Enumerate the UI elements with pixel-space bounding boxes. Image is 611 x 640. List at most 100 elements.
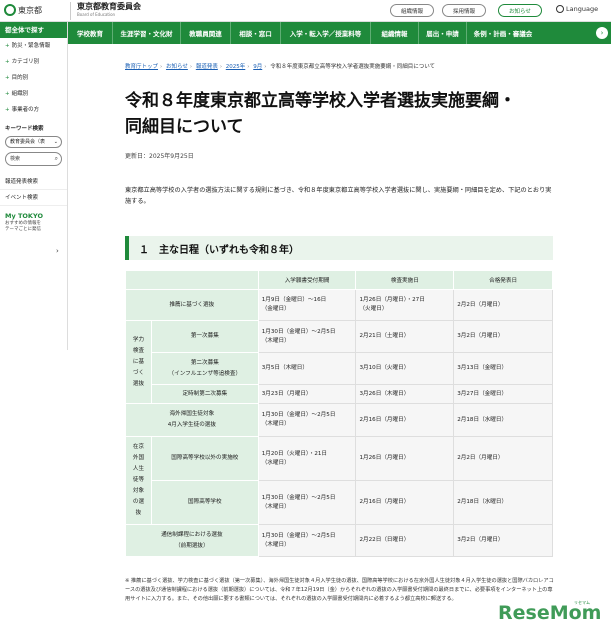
mytokyo-desc: おすすめの情報を テーマごとに発信 [5, 221, 62, 233]
table-category-line: 通信制課程における選抜 [161, 531, 223, 538]
tokyo-logo-icon [4, 4, 16, 16]
search-input[interactable]: 検索 ⌕ [5, 152, 62, 166]
table-cell: 2月16日（月曜日） [355, 480, 455, 525]
group-label-line: 選抜 [132, 380, 145, 387]
group-label-line: 在京 [132, 444, 145, 450]
org-info-button[interactable]: 組織情報 [390, 4, 434, 17]
group-label-line: 人生 [132, 466, 145, 472]
board-name: 東京都教育委員会 [77, 2, 141, 11]
page-title: 令和８年度東京都立高等学校入学者選抜実施要綱・ 同細目について [125, 88, 565, 140]
table-cell: 1月30日（金曜日）～2月5日 （木曜日） [257, 320, 357, 353]
nav-consultation[interactable]: 相談・窓口 [231, 22, 281, 44]
language-selector[interactable]: Language [556, 5, 598, 13]
table-group-label: 学力 検査 に基 づく 選抜 [125, 320, 152, 404]
tokyo-logo-text: 東京都 [18, 5, 42, 15]
table-header-cell: 検査実施日 [355, 270, 455, 290]
sidebar-item-business[interactable]: + 事業者の方 [0, 102, 67, 118]
nav-admission[interactable]: 入学・転入学／授業料等 [281, 22, 371, 44]
nav-ordinances[interactable]: 条例・計画・審議会 [467, 22, 539, 44]
table-category-line: （インフルエンザ等追検査） [168, 370, 242, 377]
section-heading: １ 主な日程（いずれも令和８年） [125, 236, 553, 260]
breadcrumb-link[interactable]: 報道発表 [196, 64, 218, 70]
mytokyo-desc-line: テーマごとに発信 [5, 227, 41, 232]
language-label: Language [566, 5, 599, 13]
table-cell: 1月30日（金曜日）～2月5日 （木曜日） [257, 524, 357, 557]
table-category: 海外帰国生徒対象 4月入学生徒の選抜 [125, 403, 259, 437]
sidebar-item-organization[interactable]: + 組織別 [0, 86, 67, 102]
table-cell-line: 1月9日（金曜日）～16日 [261, 297, 327, 303]
table-category: 通信制課程における選抜 （前期選抜） [125, 524, 259, 557]
table-cell: 3月2日（月曜日） [453, 320, 553, 353]
table-cell: 3月13日（金曜日） [453, 352, 553, 385]
table-row: 国際高等学校 1月30日（金曜日）～2月5日 （木曜日） 2月16日（月曜日） 2… [126, 480, 553, 525]
table-row: 推薦に基づく選抜 1月9日（金曜日）～16日 （金曜日） 1月26日（月曜日）・2… [125, 289, 553, 321]
table-cell-line: （水曜日） [261, 459, 290, 466]
press-release-search-link[interactable]: 報道発表検索 [0, 174, 67, 190]
sidebar-item-label: 目的別 [11, 75, 29, 81]
table-category: 定時制第二次募集 [150, 384, 259, 404]
board-logo[interactable]: 東京都教育委員会 Board of Education [70, 2, 141, 20]
breadcrumb-link[interactable]: 9月 [253, 64, 262, 70]
table-cell-line: 1月30日（金曜日）～2月5日 [261, 328, 336, 335]
sidebar-item-label: 防災・緊急情報 [11, 43, 51, 49]
table-row: 定時制第二次募集 3月23日（月曜日） 3月26日（木曜日） 3月27日（金曜日… [126, 384, 553, 404]
sidebar-item-label: カテゴリ別 [11, 59, 40, 65]
table-row: 在京 外国 人生 徒等 対象 の選 抜 国際高等学校以外の実施校 1月20日（火… [125, 436, 553, 525]
keyword-search-label: キーワード検索 [5, 126, 44, 132]
table-cell: 2月2日（月曜日） [453, 436, 553, 481]
table-cell: 1月20日（火曜日）・21日 （水曜日） [257, 436, 357, 481]
table-row: 第二次募集 （インフルエンザ等追検査） 3月5日（木曜日） 3月10日（火曜日） … [126, 352, 553, 385]
tokyo-logo[interactable]: 東京都 [4, 4, 42, 16]
table-cell: 3月26日（木曜日） [355, 384, 455, 404]
nav-organization[interactable]: 組織情報 [371, 22, 419, 44]
sidebar-item-purpose[interactable]: + 目的別 [0, 70, 67, 86]
nav-lifelong-learning[interactable]: 生涯学習・文化財 [113, 22, 181, 44]
search-scope-select[interactable]: 教育委員会（表 ⌄ [5, 136, 62, 148]
table-row: 海外帰国生徒対象 4月入学生徒の選抜 1月30日（金曜日）～2月5日 （木曜日） 2… [125, 403, 553, 437]
plus-icon: + [5, 75, 10, 81]
breadcrumb-link[interactable]: 2025年 [226, 64, 246, 70]
group-label-line: 徒等 [132, 477, 145, 483]
plus-icon: + [5, 91, 10, 97]
group-label-line: 抜 [135, 510, 142, 516]
search-placeholder: 検索 [10, 156, 21, 162]
page-title-line: 令和８年度東京都立高等学校入学者選抜実施要綱・ [125, 91, 516, 111]
top-header: 東京都 東京都教育委員会 Board of Education 組織情報 採用情… [0, 0, 611, 22]
group-label-line: づく [132, 369, 145, 376]
event-search-link[interactable]: イベント検索 [0, 190, 67, 206]
group-label-line: に基 [132, 358, 145, 365]
sidebar-item-category[interactable]: + カテゴリ別 [0, 54, 67, 70]
table-cell-line: 1月20日（火曜日）・21日 [261, 450, 328, 457]
chevron-down-icon: ⌄ [53, 139, 58, 145]
global-nav: 学校教育 生涯学習・文化財 教職員関連 相談・窓口 入学・転入学／授業料等 組織… [68, 22, 611, 44]
table-cell: 2月18日（水曜日） [453, 480, 553, 525]
table-row: 通信制課程における選抜 （前期選抜） 1月30日（金曜日）～2月5日 （木曜日） 2… [125, 524, 553, 557]
table-category-line: （前期選抜） [175, 542, 209, 549]
group-label-line: 学力 [132, 336, 145, 343]
table-cell-line: （木曜日） [261, 503, 290, 510]
nav-school-education[interactable]: 学校教育 [68, 22, 113, 44]
mytokyo-banner[interactable]: My TOKYO [5, 212, 62, 220]
globe-icon [556, 5, 564, 13]
search-scope-value: 教育委員会（表 [10, 139, 46, 145]
table-cell-line: 1月30日（金曜日）～2月5日 [261, 494, 336, 501]
nav-staff[interactable]: 教職員関連 [181, 22, 231, 44]
nav-applications[interactable]: 届出・申請 [419, 22, 467, 44]
table-cell: 1月30日（金曜日）～2月5日 （木曜日） [257, 480, 357, 525]
table-category-line: 海外帰国生徒対象 [169, 411, 215, 417]
table-header-row: 入学願書受付期間 検査実施日 合格発表日 [125, 270, 553, 290]
notice-button[interactable]: お知らせ [498, 4, 542, 17]
breadcrumb-separator-icon: › [160, 64, 163, 70]
breadcrumb-link[interactable]: お知らせ [166, 64, 188, 70]
nav-next-arrow-icon[interactable]: › [596, 27, 608, 39]
recruit-info-button[interactable]: 採用情報 [442, 4, 486, 17]
table-cell: 2月22日（日曜日） [355, 524, 455, 557]
watermark-logo: ReseMom [498, 602, 602, 624]
sidebar-item-label: 事業者の方 [11, 107, 40, 113]
table-cell: 3月2日（月曜日） [453, 524, 553, 557]
search-icon[interactable]: ⌕ [55, 153, 58, 165]
breadcrumb-link[interactable]: 教育庁トップ [125, 64, 158, 70]
chevron-right-icon[interactable]: › [56, 247, 59, 255]
table-cell: 3月23日（月曜日） [257, 384, 357, 404]
sidebar-item-disaster[interactable]: + 防災・緊急情報 [0, 38, 67, 54]
